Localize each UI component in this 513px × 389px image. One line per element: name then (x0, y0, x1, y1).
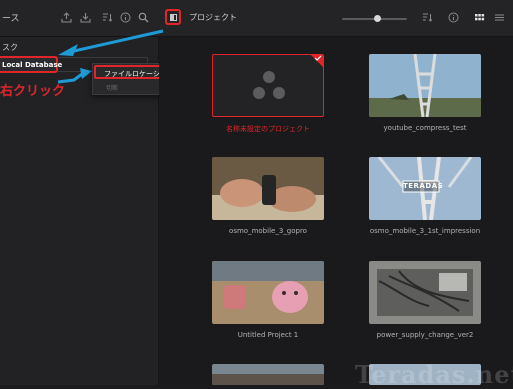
project-name: osmo_mobile_3_1st_impression (369, 227, 481, 235)
project-thumbnail-partial[interactable] (212, 364, 324, 385)
project-thumbnail[interactable] (369, 261, 481, 324)
project-thumbnail[interactable] (212, 157, 324, 220)
project-name: 名称未設定のプロジェクト (226, 125, 310, 133)
project-thumbnail[interactable] (212, 54, 324, 117)
thumbnail-overlay-text: TERADAS (403, 182, 444, 190)
project-name: youtube_compress_test (383, 124, 467, 132)
project-thumbnail[interactable] (212, 261, 324, 324)
project-thumbnail[interactable]: TERADAS (369, 157, 481, 220)
project-thumbnail[interactable] (369, 54, 481, 117)
project-name: power_supply_change_ver2 (376, 331, 474, 339)
checkmark-icon (314, 55, 322, 61)
project-name: osmo_mobile_3_gopro (229, 227, 307, 235)
resolve-logo-icon (253, 71, 285, 99)
project-name: Untitled Project 1 (237, 331, 299, 339)
disconnect-menu-item[interactable]: 切断 (106, 83, 118, 92)
